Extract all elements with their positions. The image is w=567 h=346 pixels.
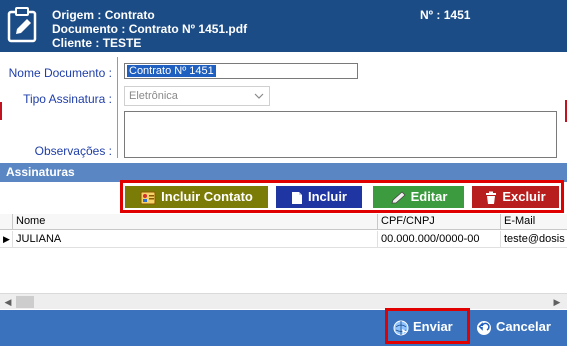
excluir-button[interactable]: Excluir — [472, 186, 559, 208]
nome-documento-input[interactable]: Contrato Nº 1451 — [124, 63, 358, 79]
row-indicator-icon: ▶ — [3, 234, 10, 244]
contact-card-icon — [140, 191, 156, 205]
horizontal-scrollbar[interactable]: ◀ ▶ — [0, 293, 567, 309]
observacoes-label: Observações : — [34, 144, 112, 158]
excluir-label: Excluir — [502, 189, 546, 204]
nome-documento-value: Contrato Nº 1451 — [127, 65, 216, 77]
editar-label: Editar — [410, 189, 448, 204]
header-info: Origem : Contrato Documento : Contrato N… — [52, 8, 247, 50]
tipo-assinatura-label: Tipo Assinatura : — [23, 92, 112, 106]
trash-icon — [486, 191, 497, 204]
cell-email: teste@dosis — [500, 231, 567, 248]
chevron-down-icon — [254, 93, 264, 99]
incluir-contato-label: Incluir Contato — [161, 189, 253, 204]
header-cliente: Cliente : TESTE — [52, 36, 142, 50]
enviar-button[interactable]: Enviar — [393, 316, 465, 338]
undo-icon — [477, 320, 491, 335]
tipo-assinatura-value: Eletrônica — [129, 90, 178, 102]
grid-header-indicator — [0, 214, 12, 230]
cancelar-label: Cancelar — [496, 319, 551, 334]
form-divider — [117, 57, 118, 158]
cell-cpf: 00.000.000/0000-00 — [377, 231, 500, 248]
column-header-cpf[interactable]: CPF/CNPJ — [377, 214, 500, 230]
incluir-label: Incluir — [307, 189, 347, 204]
incluir-button[interactable]: Incluir — [276, 186, 362, 208]
document-icon — [291, 191, 302, 204]
cancelar-button[interactable]: Cancelar — [476, 316, 566, 338]
nome-documento-label: Nome Documento : — [8, 66, 112, 80]
scroll-left-icon[interactable]: ◀ — [2, 296, 14, 308]
column-header-email[interactable]: E-Mail — [500, 214, 567, 230]
header-origem: Origem : Contrato — [52, 8, 155, 22]
column-header-nome[interactable]: Nome — [12, 214, 377, 230]
pencil-icon — [391, 191, 406, 203]
editar-button[interactable]: Editar — [373, 186, 464, 208]
cell-nome: JULIANA — [12, 231, 377, 248]
header-bar: Origem : Contrato Documento : Contrato N… — [0, 0, 567, 52]
tipo-assinatura-select[interactable]: Eletrônica — [124, 86, 270, 106]
left-edge-marker — [0, 102, 2, 120]
document-edit-icon — [7, 7, 37, 43]
send-globe-icon — [393, 320, 409, 336]
scroll-thumb[interactable] — [16, 296, 34, 308]
header-documento: Documento : Contrato Nº 1451.pdf — [52, 22, 248, 36]
enviar-label: Enviar — [413, 319, 453, 334]
observacoes-textarea[interactable] — [124, 111, 557, 158]
grid-header: Nome CPF/CNPJ E-Mail — [0, 214, 567, 230]
scroll-right-icon[interactable]: ▶ — [551, 296, 563, 308]
header-numero: Nº : 1451 — [420, 8, 471, 22]
table-row[interactable]: ▶ JULIANA 00.000.000/0000-00 teste@dosis — [0, 231, 567, 248]
incluir-contato-button[interactable]: Incluir Contato — [125, 186, 268, 208]
